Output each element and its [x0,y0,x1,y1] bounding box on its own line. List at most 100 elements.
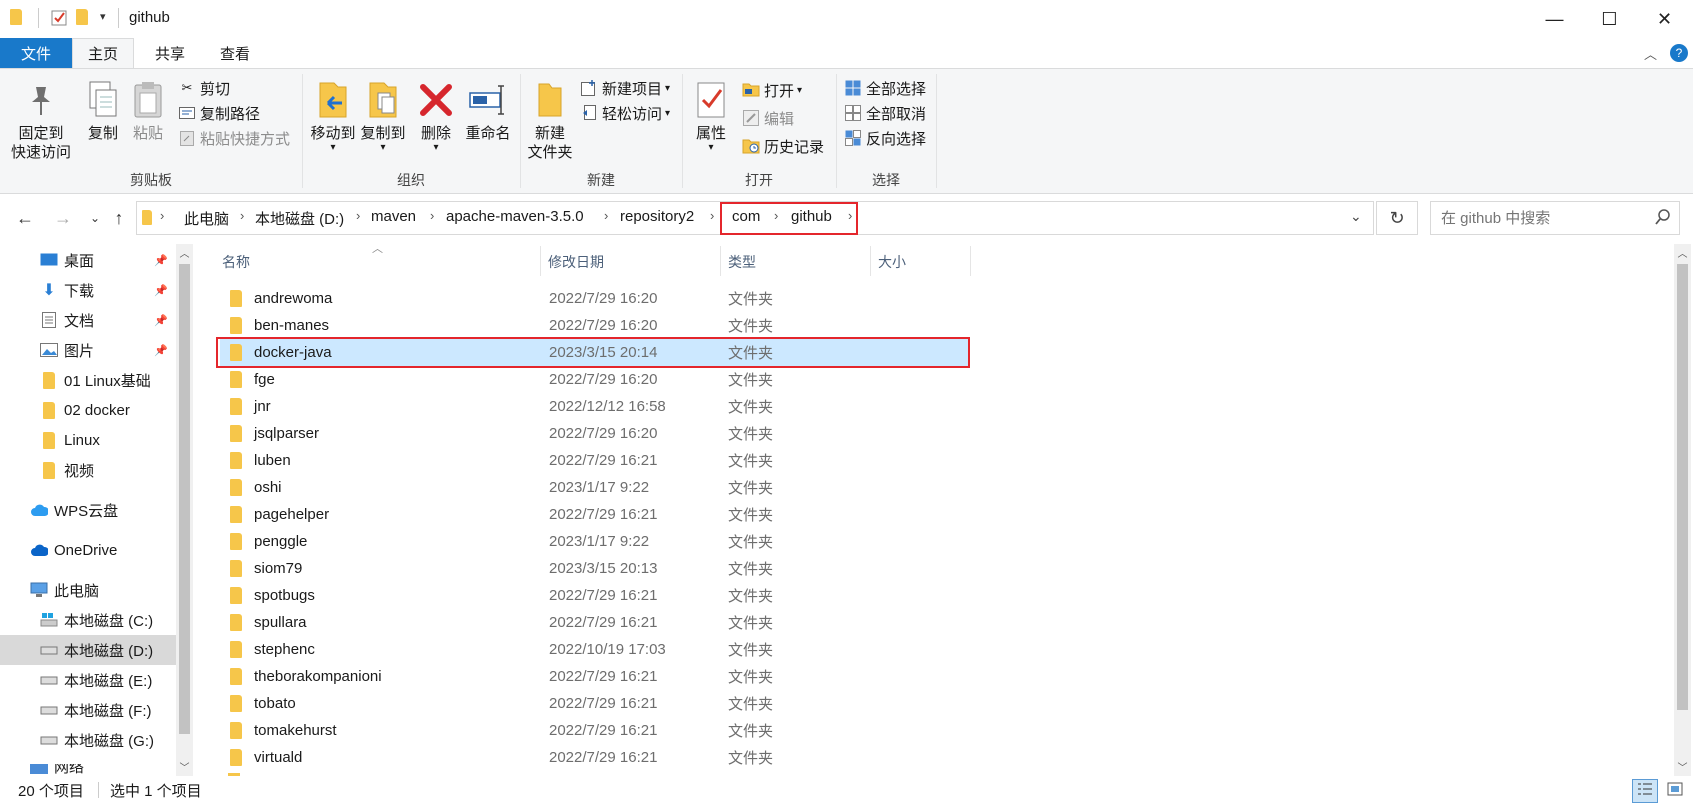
breadcrumb-item[interactable]: repository2 [620,208,694,225]
table-row[interactable]: ben-manes 2022/7/29 16:20 文件夹 [220,312,968,339]
recent-locations-dropdown-icon[interactable]: ⌄ [82,205,108,231]
table-row[interactable]: jnr 2022/12/12 16:58 文件夹 [220,393,968,420]
breadcrumb-separator-icon[interactable]: › [710,208,714,223]
breadcrumb-separator-icon[interactable]: › [604,208,608,223]
nav-item-drive-g[interactable]: 本地磁盘 (G:) [0,725,176,755]
refresh-button[interactable]: ↻ [1376,201,1418,235]
address-dropdown-icon[interactable]: ⌄ [1350,208,1362,225]
minimize-button[interactable]: — [1527,0,1582,38]
table-row[interactable]: tobato 2022/7/29 16:21 文件夹 [220,690,968,717]
pin-icon[interactable]: 📌 [154,284,168,297]
large-icons-view-button[interactable] [1662,779,1688,803]
column-header-date[interactable]: 修改日期 [548,250,718,274]
search-icon[interactable] [1655,208,1671,230]
column-header-type[interactable]: 类型 [728,250,868,274]
nav-item-drive-d[interactable]: 本地磁盘 (D:) [0,635,176,665]
open-button[interactable]: 打开 ▾ [742,78,802,102]
table-row[interactable]: virtuald 2022/7/29 16:21 文件夹 [220,744,968,771]
scroll-up-icon[interactable]: ︿ [1674,244,1691,261]
column-separator[interactable] [870,246,871,276]
nav-item-folder[interactable]: Linux [0,425,176,455]
column-separator[interactable] [970,246,971,276]
new-folder-quick-icon[interactable] [76,9,94,27]
scroll-down-icon[interactable]: ﹀ [176,758,193,775]
easy-access-button[interactable]: 轻松访问 ▾ [580,101,670,125]
column-separator[interactable] [720,246,721,276]
breadcrumb-separator-icon[interactable]: › [774,208,778,223]
nav-scrollbar[interactable]: ︿ ﹀ [176,244,193,776]
breadcrumb-separator-icon[interactable]: › [430,208,434,223]
nav-item-network[interactable]: 网络 [0,764,176,774]
table-row[interactable]: penggle 2023/1/17 9:22 文件夹 [220,528,968,555]
table-row[interactable]: siom79 2023/3/15 20:13 文件夹 [220,555,968,582]
pin-icon[interactable]: 📌 [154,254,168,267]
nav-item-drive-e[interactable]: 本地磁盘 (E:) [0,665,176,695]
nav-item-videos[interactable]: 视频 [0,455,176,485]
tab-share[interactable]: 共享 [140,38,200,68]
table-row[interactable]: theborakompanioni 2022/7/29 16:21 文件夹 [220,663,968,690]
nav-item-folder[interactable]: 02 docker [0,395,176,425]
nav-item-downloads[interactable]: ⬇ 下载 📌 [0,275,176,305]
edit-button[interactable]: 编辑 [742,106,794,130]
nav-item-drive-c[interactable]: 本地磁盘 (C:) [0,605,176,635]
table-row[interactable]: spullara 2022/7/29 16:21 文件夹 [220,609,968,636]
table-row[interactable]: jsqlparser 2022/7/29 16:20 文件夹 [220,420,968,447]
pin-icon[interactable]: 📌 [154,344,168,357]
maximize-button[interactable]: ☐ [1582,0,1637,38]
new-folder-button[interactable]: 新建 文件夹 [524,78,576,162]
properties-button[interactable]: 属性 ▾ [688,78,734,153]
help-icon[interactable]: ? [1670,44,1688,62]
breadcrumb-item[interactable]: github [791,208,832,225]
table-row[interactable]: stephenc 2022/10/19 17:03 文件夹 [220,636,968,663]
scroll-up-icon[interactable]: ︿ [176,244,193,261]
copy-path-button[interactable]: 复制路径 [178,101,260,125]
back-button[interactable]: ← [12,205,38,231]
collapse-ribbon-icon[interactable]: ︿ [1644,44,1657,63]
copy-button[interactable]: 复制 [78,78,128,143]
nav-item-drive-f[interactable]: 本地磁盘 (F:) [0,695,176,725]
paste-shortcut-button[interactable]: 粘贴快捷方式 [178,126,290,150]
nav-item-desktop[interactable]: 桌面 📌 [0,245,176,275]
close-button[interactable]: ✕ [1637,0,1692,38]
file-list-scrollbar[interactable]: ︿ ﹀ [1674,244,1691,776]
pin-icon[interactable]: 📌 [154,314,168,327]
table-row[interactable]: pagehelper 2022/7/29 16:21 文件夹 [220,501,968,528]
scrollbar-thumb[interactable] [179,264,190,734]
column-header-name[interactable]: 名称 [222,250,538,274]
scroll-down-icon[interactable]: ﹀ [1674,758,1691,775]
nav-item-wps-cloud[interactable]: WPS云盘 [0,495,176,525]
nav-item-onedrive[interactable]: OneDrive [0,535,176,565]
breadcrumb-item[interactable]: apache-maven-3.5.0 [446,208,584,225]
breadcrumb-separator-icon[interactable]: › [848,208,852,223]
search-input[interactable] [1439,209,1639,228]
invert-selection-button[interactable]: 反向选择 [844,126,926,150]
nav-item-this-pc[interactable]: 此电脑 [0,575,176,605]
breadcrumb-item[interactable]: maven [371,208,416,225]
table-row[interactable]: oshi 2023/1/17 9:22 文件夹 [220,474,968,501]
select-none-button[interactable]: 全部取消 [844,101,926,125]
new-item-button[interactable]: 新建项目 ▾ [580,76,670,100]
select-all-button[interactable]: 全部选择 [844,76,926,100]
breadcrumb-item[interactable]: 本地磁盘 (D:) [255,208,344,229]
table-row[interactable]: tomakehurst 2022/7/29 16:21 文件夹 [220,717,968,744]
table-row[interactable]: luben 2022/7/29 16:21 文件夹 [220,447,968,474]
up-button[interactable]: ↑ [106,205,132,231]
forward-button[interactable]: → [50,205,76,231]
tab-file[interactable]: 文件 [0,38,72,68]
nav-item-folder[interactable]: 01 Linux基础 [0,365,176,395]
breadcrumb-separator-icon[interactable]: › [240,208,244,223]
column-header-size[interactable]: 大小 [878,250,968,274]
breadcrumb-item[interactable]: 此电脑 [184,208,229,229]
column-separator[interactable] [540,246,541,276]
tab-view[interactable]: 查看 [205,38,265,68]
properties-check-icon[interactable] [50,9,68,27]
breadcrumb-separator-icon[interactable]: › [160,208,164,223]
nav-item-documents[interactable]: 文档 📌 [0,305,176,335]
move-to-button[interactable]: 移动到 ▾ [306,78,360,153]
copy-to-button[interactable]: 复制到 ▾ [356,78,410,153]
search-box[interactable] [1430,201,1680,235]
rename-button[interactable]: 重命名 [462,78,514,143]
scrollbar-thumb[interactable] [1677,264,1688,710]
pin-quick-access-button[interactable]: 固定到 快速访问 [8,78,74,162]
details-view-button[interactable] [1632,779,1658,803]
